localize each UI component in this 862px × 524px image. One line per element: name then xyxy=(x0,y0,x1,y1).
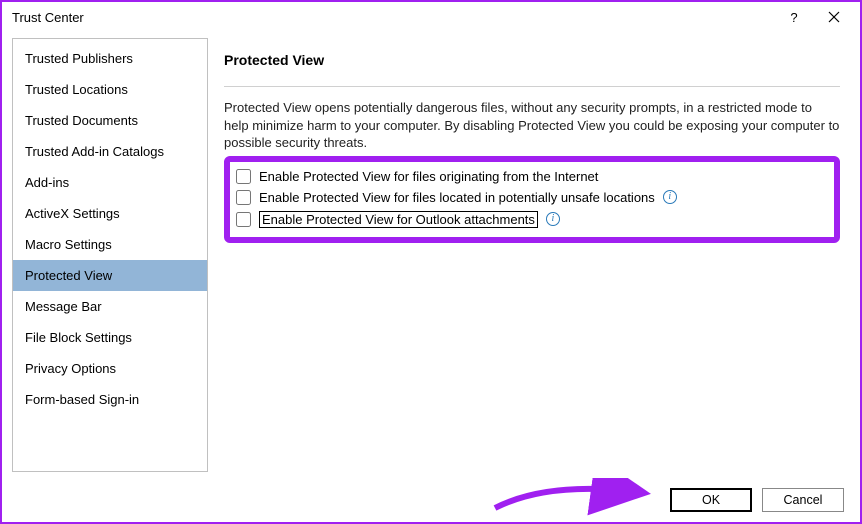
ok-button[interactable]: OK xyxy=(670,488,752,512)
sidebar-item-trusted-publishers[interactable]: Trusted Publishers xyxy=(13,43,207,74)
section-description: Protected View opens potentially dangero… xyxy=(224,99,840,152)
sidebar-item-protected-view[interactable]: Protected View xyxy=(13,260,207,291)
checkbox-outlook-attachments[interactable] xyxy=(236,212,251,227)
checkbox-label: Enable Protected View for Outlook attach… xyxy=(259,211,538,228)
dialog-footer: OK Cancel xyxy=(670,488,844,512)
sidebar-item-trusted-documents[interactable]: Trusted Documents xyxy=(13,105,207,136)
sidebar-item-macro-settings[interactable]: Macro Settings xyxy=(13,229,207,260)
titlebar: Trust Center ? xyxy=(2,2,860,32)
close-button[interactable] xyxy=(814,3,854,31)
info-icon[interactable]: i xyxy=(546,212,560,226)
sidebar-item-activex-settings[interactable]: ActiveX Settings xyxy=(13,198,207,229)
sidebar-item-message-bar[interactable]: Message Bar xyxy=(13,291,207,322)
check-row-internet-files[interactable]: Enable Protected View for files originat… xyxy=(236,166,828,187)
help-button[interactable]: ? xyxy=(774,3,814,31)
annotation-highlight: Enable Protected View for files originat… xyxy=(224,156,840,243)
window-title: Trust Center xyxy=(12,10,774,25)
sidebar-item-add-ins[interactable]: Add-ins xyxy=(13,167,207,198)
check-row-outlook-attachments[interactable]: Enable Protected View for Outlook attach… xyxy=(236,208,828,231)
content-area: Trusted Publishers Trusted Locations Tru… xyxy=(2,32,860,472)
sidebar-item-trusted-addin-catalogs[interactable]: Trusted Add-in Catalogs xyxy=(13,136,207,167)
sidebar-item-file-block-settings[interactable]: File Block Settings xyxy=(13,322,207,353)
checkbox-label: Enable Protected View for files originat… xyxy=(259,169,598,184)
main-panel: Protected View Protected View opens pote… xyxy=(224,38,850,472)
sidebar-item-privacy-options[interactable]: Privacy Options xyxy=(13,353,207,384)
divider xyxy=(224,86,840,87)
sidebar-item-trusted-locations[interactable]: Trusted Locations xyxy=(13,74,207,105)
checkbox-unsafe-locations[interactable] xyxy=(236,190,251,205)
close-icon xyxy=(828,11,840,23)
check-row-unsafe-locations[interactable]: Enable Protected View for files located … xyxy=(236,187,828,208)
annotation-arrow-icon xyxy=(490,478,660,518)
cancel-button[interactable]: Cancel xyxy=(762,488,844,512)
sidebar-item-form-based-signin[interactable]: Form-based Sign-in xyxy=(13,384,207,415)
section-title: Protected View xyxy=(224,52,840,68)
sidebar: Trusted Publishers Trusted Locations Tru… xyxy=(12,38,208,472)
checkbox-internet-files[interactable] xyxy=(236,169,251,184)
checkbox-label: Enable Protected View for files located … xyxy=(259,190,655,205)
info-icon[interactable]: i xyxy=(663,190,677,204)
